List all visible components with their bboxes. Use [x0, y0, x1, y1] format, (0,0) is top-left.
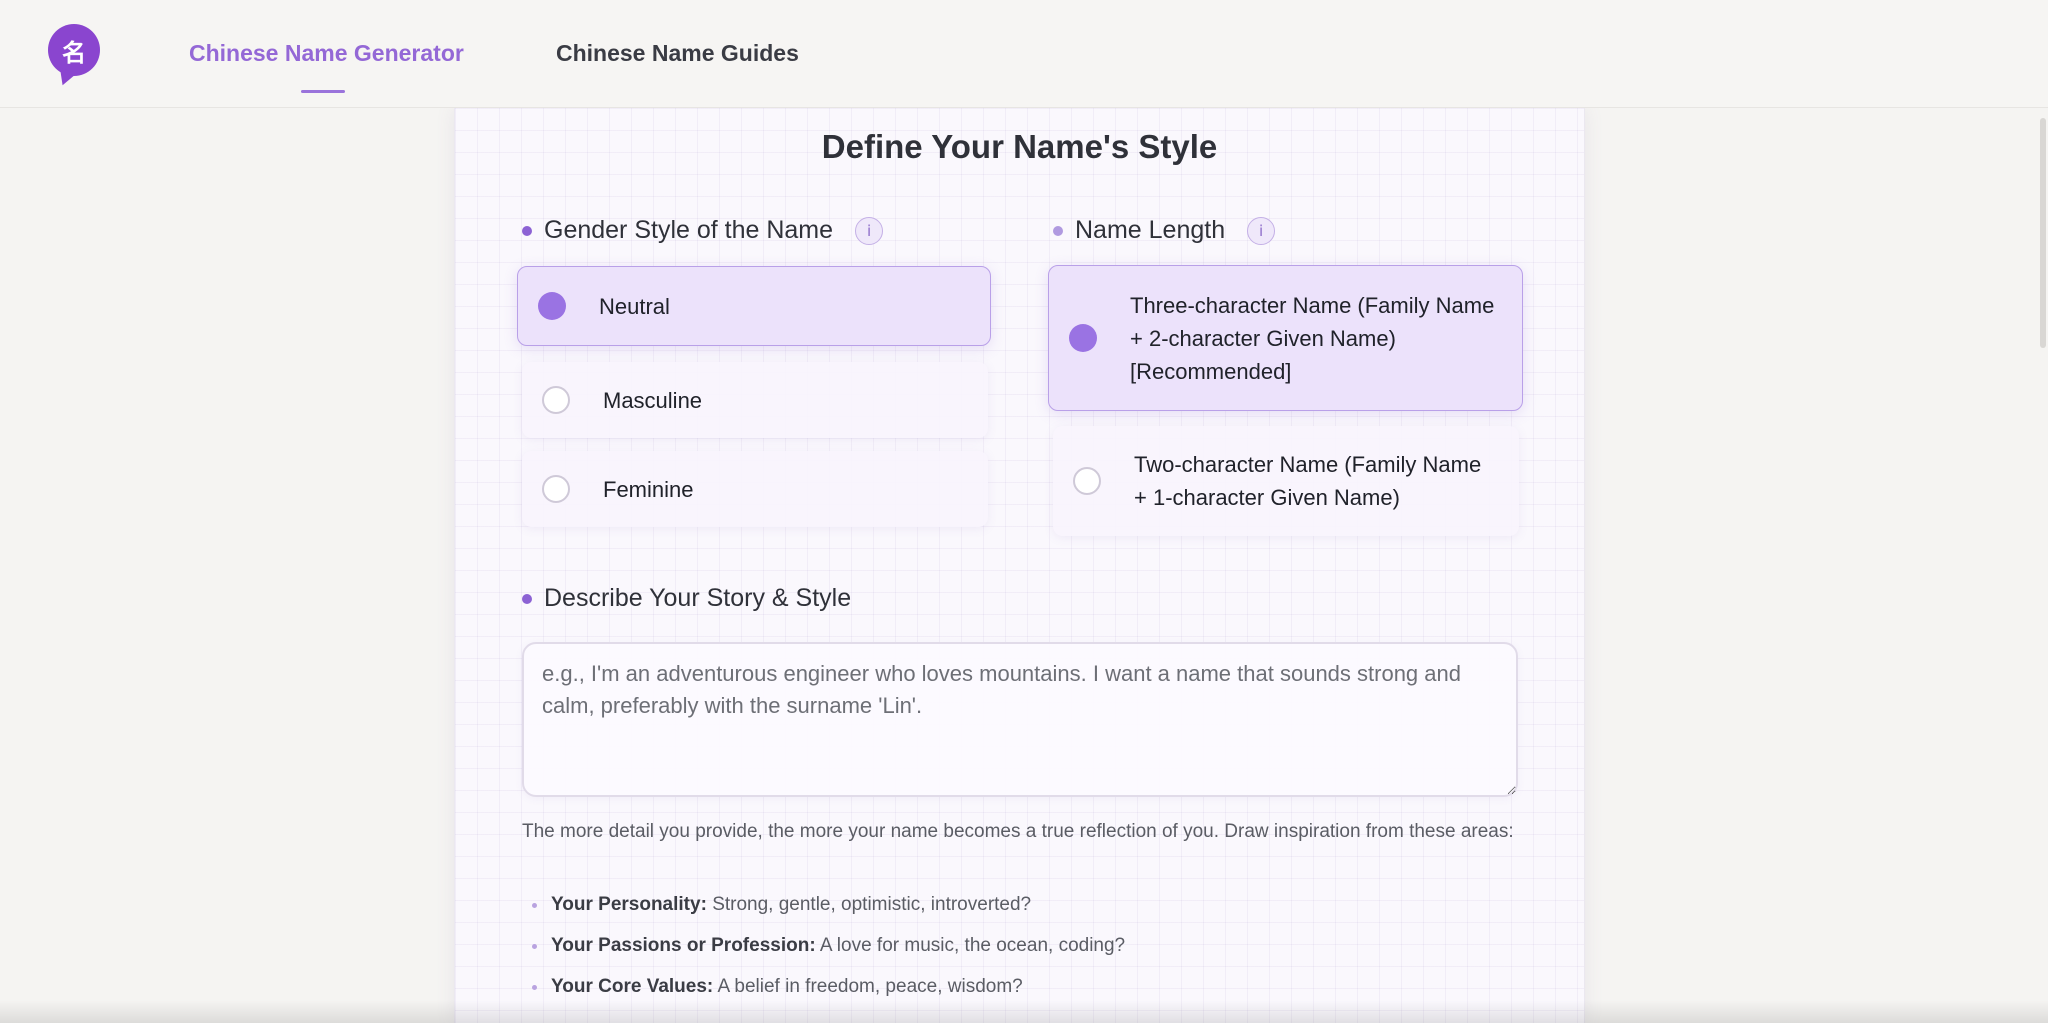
bullet-dot-icon	[1053, 225, 1063, 236]
length-section-title: Name Length	[1075, 216, 1226, 244]
radio-unselected-icon[interactable]	[1073, 467, 1101, 495]
bullet-dot-icon	[532, 902, 537, 908]
story-input[interactable]	[522, 642, 1518, 797]
story-hint-text: The more detail you provide, the more yo…	[522, 821, 1514, 842]
radio-selected-icon[interactable]	[1069, 324, 1097, 352]
length-option-two-character[interactable]: Two-character Name (Family Name + 1-char…	[1053, 426, 1519, 536]
inspiration-title: Your Passions or Profession:	[551, 935, 816, 956]
info-icon[interactable]: i	[855, 216, 884, 245]
length-option-label: Three-character Name (Family Name + 2-ch…	[1130, 292, 1495, 384]
radio-unselected-icon[interactable]	[542, 475, 570, 503]
gender-option-masculine[interactable]: Masculine	[522, 362, 988, 438]
nav-link-name-generator[interactable]: Chinese Name Generator	[189, 40, 464, 67]
story-section-label: Describe Your Story & Style	[522, 584, 851, 613]
radio-unselected-icon[interactable]	[542, 386, 570, 414]
inspiration-item: Your Personality: Strong, gentle, optimi…	[532, 894, 1031, 916]
inspiration-item: Your Passions or Profession: A love for …	[532, 935, 1125, 957]
radio-selected-icon[interactable]	[538, 292, 566, 320]
bullet-dot-icon	[522, 225, 532, 236]
gender-option-label: Masculine	[603, 387, 703, 413]
top-nav-bar: 名 Chinese Name Generator Chinese Name Gu…	[0, 0, 2048, 108]
length-section-label: Name Length i	[1053, 216, 1276, 245]
gender-option-label: Neutral	[599, 293, 670, 319]
inspiration-title: Your Personality:	[551, 894, 707, 915]
gender-section-title: Gender Style of the Name	[544, 216, 834, 244]
bullet-dot-icon	[522, 593, 532, 604]
length-option-three-character[interactable]: Three-character Name (Family Name + 2-ch…	[1048, 265, 1523, 411]
gender-section-label: Gender Style of the Name i	[522, 216, 884, 245]
inspiration-item: Your Core Values: A belief in freedom, p…	[532, 976, 1023, 998]
story-section-title: Describe Your Story & Style	[544, 584, 852, 612]
gender-option-label: Feminine	[603, 476, 694, 502]
info-icon[interactable]: i	[1247, 216, 1276, 245]
inspiration-title: Your Core Values:	[551, 976, 714, 997]
inspiration-text: A love for music, the ocean, coding?	[819, 935, 1126, 956]
page-title: Define Your Name's Style	[821, 128, 1218, 165]
nav-link-name-guides[interactable]: Chinese Name Guides	[556, 40, 799, 67]
nav-active-indicator	[301, 90, 345, 93]
page-scrollbar[interactable]	[2040, 118, 2046, 348]
length-option-label: Two-character Name (Family Name + 1-char…	[1134, 452, 1482, 510]
bullet-dot-icon	[532, 984, 537, 990]
inspiration-text: A belief in freedom, peace, wisdom?	[717, 976, 1023, 997]
bullet-dot-icon	[532, 943, 537, 949]
gender-option-feminine[interactable]: Feminine	[522, 451, 988, 527]
logo-icon[interactable]: 名	[48, 24, 100, 76]
inspiration-text: Strong, gentle, optimistic, introverted?	[712, 894, 1032, 915]
name-style-card: Define Your Name's Style Gender Style of…	[454, 108, 1585, 1023]
gender-option-neutral[interactable]: Neutral	[517, 266, 991, 346]
